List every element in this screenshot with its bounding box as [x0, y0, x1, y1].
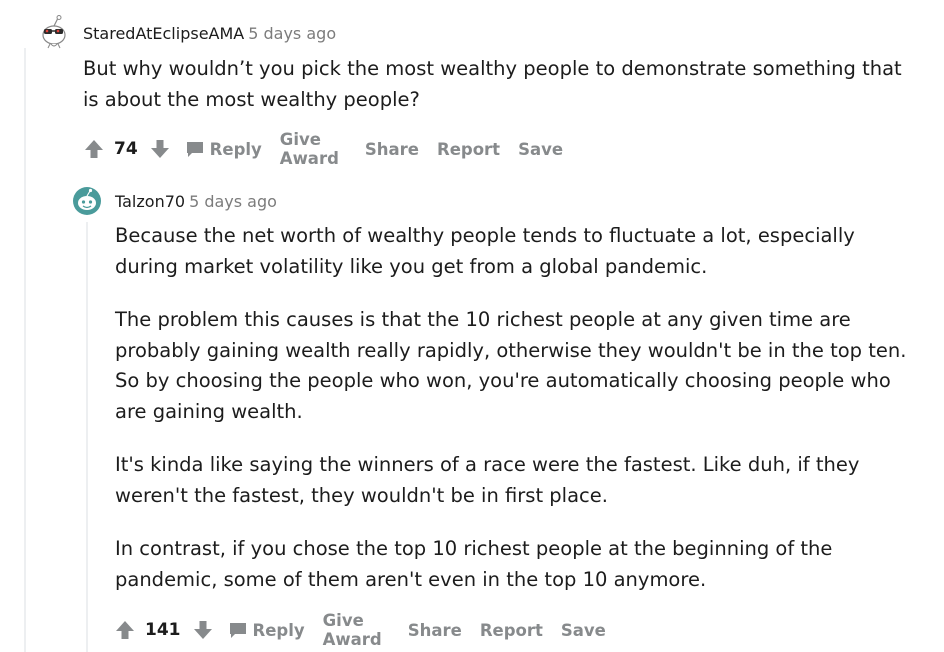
comment-paragraph: It's kinda like saying the winners of a … — [115, 453, 860, 507]
downvote-button[interactable] — [193, 618, 213, 642]
give-award-button[interactable]: Give Award — [280, 130, 347, 168]
share-button[interactable]: Share — [365, 140, 419, 159]
author-name[interactable]: Talzon70 — [115, 192, 185, 211]
timestamp[interactable]: 5 days ago — [248, 24, 336, 43]
user-avatar[interactable] — [38, 14, 70, 49]
save-button[interactable]: Save — [518, 140, 563, 159]
upvote-button[interactable] — [84, 137, 104, 161]
snoo-avatar-icon — [73, 187, 101, 215]
downvote-arrow-icon — [193, 621, 212, 639]
give-award-button[interactable]: Give Award — [323, 611, 390, 649]
upvote-button[interactable] — [115, 618, 135, 642]
vote-count: 141 — [145, 620, 181, 640]
comment-meta: Talzon70 5 days ago — [115, 192, 277, 211]
timestamp[interactable]: 5 days ago — [189, 192, 277, 211]
comment-action-bar: 141 Reply Give Award Share Report Save — [115, 611, 624, 649]
user-avatar[interactable] — [72, 186, 104, 218]
author-name[interactable]: StaredAtEclipseAMA — [83, 24, 244, 43]
comment-paragraph: But why wouldn’t you pick the most wealt… — [83, 57, 902, 111]
comment-body: Because the net worth of wealthy people … — [115, 221, 920, 595]
thread-line-outer[interactable] — [24, 48, 26, 652]
reply-label: Reply — [252, 620, 305, 640]
share-button[interactable]: Share — [408, 621, 462, 640]
speech-bubble-icon — [229, 623, 246, 638]
reply-button[interactable]: Reply — [186, 140, 262, 159]
save-button[interactable]: Save — [561, 621, 606, 640]
snoo-sunglasses-avatar-icon — [42, 15, 66, 49]
downvote-arrow-icon — [150, 140, 169, 158]
upvote-arrow-icon — [85, 140, 103, 158]
comment-paragraph: Because the net worth of wealthy people … — [115, 224, 855, 278]
reply-button[interactable]: Reply — [229, 621, 305, 640]
comment-action-bar: 74 Reply Give Award Share Report Save — [84, 130, 581, 168]
upvote-arrow-icon — [116, 621, 134, 639]
comment-paragraph: The problem this causes is that the 10 r… — [115, 308, 907, 423]
speech-bubble-icon — [186, 142, 203, 157]
thread-line-reply[interactable] — [86, 222, 88, 652]
report-button[interactable]: Report — [480, 621, 543, 640]
vote-count: 74 — [114, 139, 138, 159]
report-button[interactable]: Report — [437, 140, 500, 159]
reply-label: Reply — [209, 139, 262, 159]
comment-body: But why wouldn’t you pick the most wealt… — [83, 54, 923, 115]
comment-meta: StaredAtEclipseAMA 5 days ago — [83, 24, 336, 43]
comment-paragraph: In contrast, if you chose the top 10 ric… — [115, 537, 833, 591]
downvote-button[interactable] — [150, 137, 170, 161]
